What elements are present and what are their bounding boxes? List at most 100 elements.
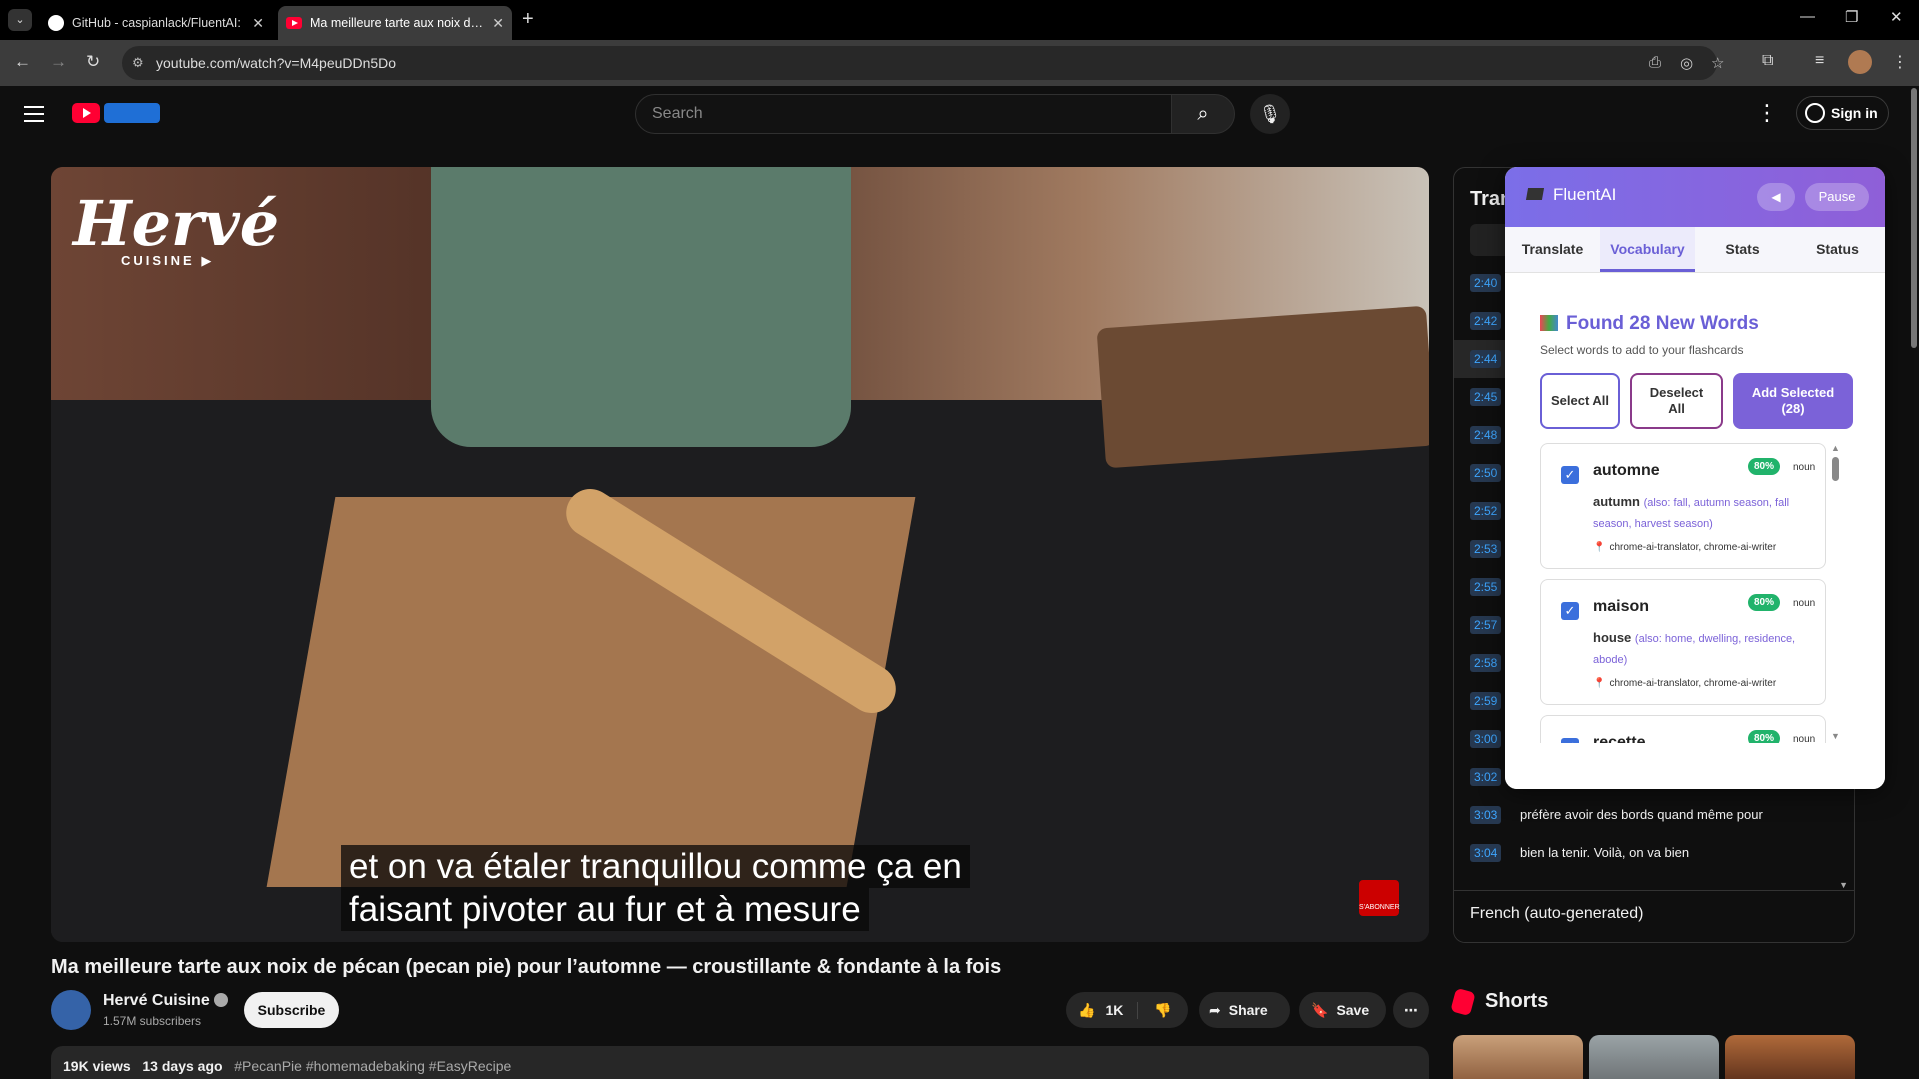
scroll-up-icon[interactable]: ▲ — [1831, 443, 1840, 453]
like-button[interactable]: 👍 1K — [1066, 1001, 1138, 1019]
transcript-text: bien la tenir. Voilà, on va bien — [1520, 845, 1690, 860]
transcript-timestamp[interactable]: 2:57 — [1470, 616, 1502, 634]
transcript-timestamp[interactable]: 3:04 — [1470, 844, 1502, 862]
transcript-timestamp[interactable]: 3:02 — [1470, 768, 1502, 786]
media-control-icon[interactable]: ≡ — [1815, 52, 1824, 70]
description-box[interactable]: 19K views 13 days ago #PecanPie #homemad… — [51, 1046, 1429, 1079]
add-selected-button[interactable]: Add Selected (28) — [1733, 373, 1853, 429]
install-app-icon[interactable]: ⎙ — [1649, 54, 1661, 71]
search-button[interactable]: ⌕ — [1171, 94, 1235, 134]
transcript-timestamp[interactable]: 2:40 — [1470, 274, 1502, 292]
word-checkbox[interactable]: ✓ — [1561, 602, 1579, 620]
more-actions-button[interactable]: ⋯ — [1393, 992, 1429, 1028]
scrollbar-thumb[interactable] — [1832, 457, 1839, 481]
collapse-button[interactable]: ◀ — [1757, 183, 1795, 211]
translation-text: house — [1593, 630, 1632, 645]
subscribe-button[interactable]: Subscribe — [244, 992, 339, 1028]
confidence-badge: 80% — [1748, 458, 1781, 475]
sources-text: chrome-ai-translator, chrome-ai-writer — [1609, 678, 1777, 689]
select-all-button[interactable]: Select All — [1540, 373, 1620, 429]
word-list-scrollbar[interactable]: ▲ ▼ — [1831, 443, 1840, 743]
subscribe-watermark-button[interactable]: S'ABONNER — [1359, 880, 1400, 916]
close-tab-icon[interactable]: ✕ — [492, 15, 504, 32]
tab-search-dropdown-icon[interactable]: ⌄ — [8, 9, 32, 31]
deselect-all-button[interactable]: Deselect All — [1630, 373, 1723, 429]
scroll-down-icon[interactable]: ▼ — [1831, 731, 1840, 741]
transcript-timestamp[interactable]: 2:59 — [1470, 692, 1502, 710]
part-of-speech: noun — [1793, 734, 1816, 743]
tab-translate[interactable]: Translate — [1505, 227, 1600, 272]
shorts-thumbnail[interactable] — [1453, 1035, 1583, 1079]
fluentai-title: FluentAI — [1525, 185, 1616, 205]
vocab-card[interactable]: ✓recette80%noun 📍 — [1540, 715, 1826, 743]
word-checkbox[interactable]: ✓ — [1561, 466, 1579, 484]
transcript-timestamp[interactable]: 2:53 — [1470, 540, 1502, 558]
transcript-timestamp[interactable]: 2:44 — [1470, 350, 1502, 368]
hashtags[interactable]: #PecanPie #homemadebaking #EasyRecipe — [234, 1058, 511, 1074]
shorts-thumbnail[interactable] — [1725, 1035, 1855, 1079]
dislike-button[interactable]: 👎 — [1138, 1002, 1188, 1019]
transcript-timestamp[interactable]: 3:00 — [1470, 730, 1502, 748]
word-list: ✓ automne 80% noun autumn (also: fall, autum… — [1540, 443, 1845, 743]
transcript-timestamp[interactable]: 2:42 — [1470, 312, 1502, 330]
extensions-icon[interactable]: ⧉ — [1762, 52, 1773, 70]
tracking-eye-icon[interactable]: ◎ — [1680, 54, 1693, 72]
profile-avatar[interactable] — [1848, 50, 1872, 74]
save-button[interactable]: 🔖 Save — [1299, 992, 1386, 1028]
sign-in-button[interactable]: Sign in — [1796, 96, 1889, 130]
tab-github[interactable]: GitHub - caspianlack/FluentAI: ✕ — [40, 6, 272, 40]
transcript-text: préfère avoir des bords quand même pour — [1520, 807, 1763, 822]
url-bar[interactable]: ⚙ youtube.com/watch?v=M4peuDDn5Do ⎙ ◎ ☆ — [122, 46, 1724, 80]
restore-icon[interactable]: ❐ — [1845, 8, 1858, 26]
youtube-logo-icon[interactable] — [72, 103, 100, 123]
new-tab-icon[interactable]: + — [522, 8, 534, 31]
transcript-timestamp[interactable]: 2:50 — [1470, 464, 1502, 482]
tab-youtube-active[interactable]: Ma meilleure tarte aux noix de pécan ✕ — [278, 6, 512, 40]
page-scrollbar-thumb[interactable] — [1911, 88, 1917, 348]
forward-icon[interactable]: → — [50, 52, 67, 72]
reload-icon[interactable]: ↻ — [86, 52, 100, 72]
books-icon — [1540, 315, 1558, 331]
youtube-doodle-logo[interactable] — [104, 103, 160, 123]
video-player[interactable]: Hervé CUISINE ▶ et on va étaler tranquil… — [51, 167, 1429, 942]
vocabulary-view: Found 28 New Words Select words to add t… — [1505, 273, 1885, 789]
chrome-menu-icon[interactable]: ⋮ — [1892, 52, 1908, 72]
shorts-thumbnail[interactable] — [1589, 1035, 1719, 1079]
bookmark-star-icon[interactable]: ☆ — [1711, 54, 1724, 72]
view-count: 19K views — [63, 1058, 131, 1074]
vocab-word: maison — [1593, 598, 1650, 615]
tab-stats[interactable]: Stats — [1695, 227, 1790, 272]
transcript-timestamp[interactable]: 2:45 — [1470, 388, 1502, 406]
channel-name-text[interactable]: Hervé Cuisine — [103, 992, 210, 1009]
settings-menu-icon[interactable]: ⋮ — [1756, 100, 1778, 126]
transcript-row[interactable]: 3:03 préfère avoir des bords quand même p… — [1454, 796, 1844, 834]
tab-vocabulary[interactable]: Vocabulary — [1600, 227, 1695, 272]
close-tab-icon[interactable]: ✕ — [252, 15, 264, 32]
video-frame-dough — [266, 497, 916, 887]
transcript-timestamp[interactable]: 2:58 — [1470, 654, 1502, 672]
tab-status[interactable]: Status — [1790, 227, 1885, 272]
vocab-card[interactable]: ✓ automne 80% noun autumn (also: fall, autum… — [1540, 443, 1826, 569]
transcript-row[interactable]: 3:04 bien la tenir. Voilà, on va bien — [1454, 834, 1844, 872]
vocab-card[interactable]: ✓ maison 80% noun house (also: home, dwellin… — [1540, 579, 1826, 705]
transcript-timestamp[interactable]: 3:03 — [1470, 806, 1502, 824]
back-icon[interactable]: ← — [14, 52, 31, 72]
github-icon — [48, 15, 64, 31]
pause-button[interactable]: Pause — [1805, 183, 1869, 211]
transcript-timestamp[interactable]: 2:52 — [1470, 502, 1502, 520]
search-input[interactable] — [636, 95, 1171, 133]
transcript-timestamp[interactable]: 2:48 — [1470, 426, 1502, 444]
hamburger-menu-icon[interactable] — [24, 106, 44, 127]
transcript-timestamp[interactable]: 2:55 — [1470, 578, 1502, 596]
site-info-icon[interactable]: ⚙ — [132, 55, 144, 71]
word-checkbox[interactable]: ✓ — [1561, 738, 1579, 743]
transcript-language-selector[interactable]: French (auto-generated) — [1454, 890, 1854, 942]
channel-name[interactable]: Hervé Cuisine — [103, 992, 228, 1010]
transcript-scroll-down-icon[interactable]: ▼ — [1839, 880, 1848, 890]
voice-search-button[interactable]: 🎙 — [1250, 94, 1290, 134]
minimize-icon[interactable]: — — [1800, 8, 1815, 25]
caption-line-2: faisant pivoter au fur et à mesure — [341, 888, 869, 931]
close-window-icon[interactable]: ✕ — [1890, 8, 1903, 26]
channel-avatar[interactable] — [51, 990, 91, 1030]
share-button[interactable]: ➦ Share — [1199, 992, 1290, 1028]
